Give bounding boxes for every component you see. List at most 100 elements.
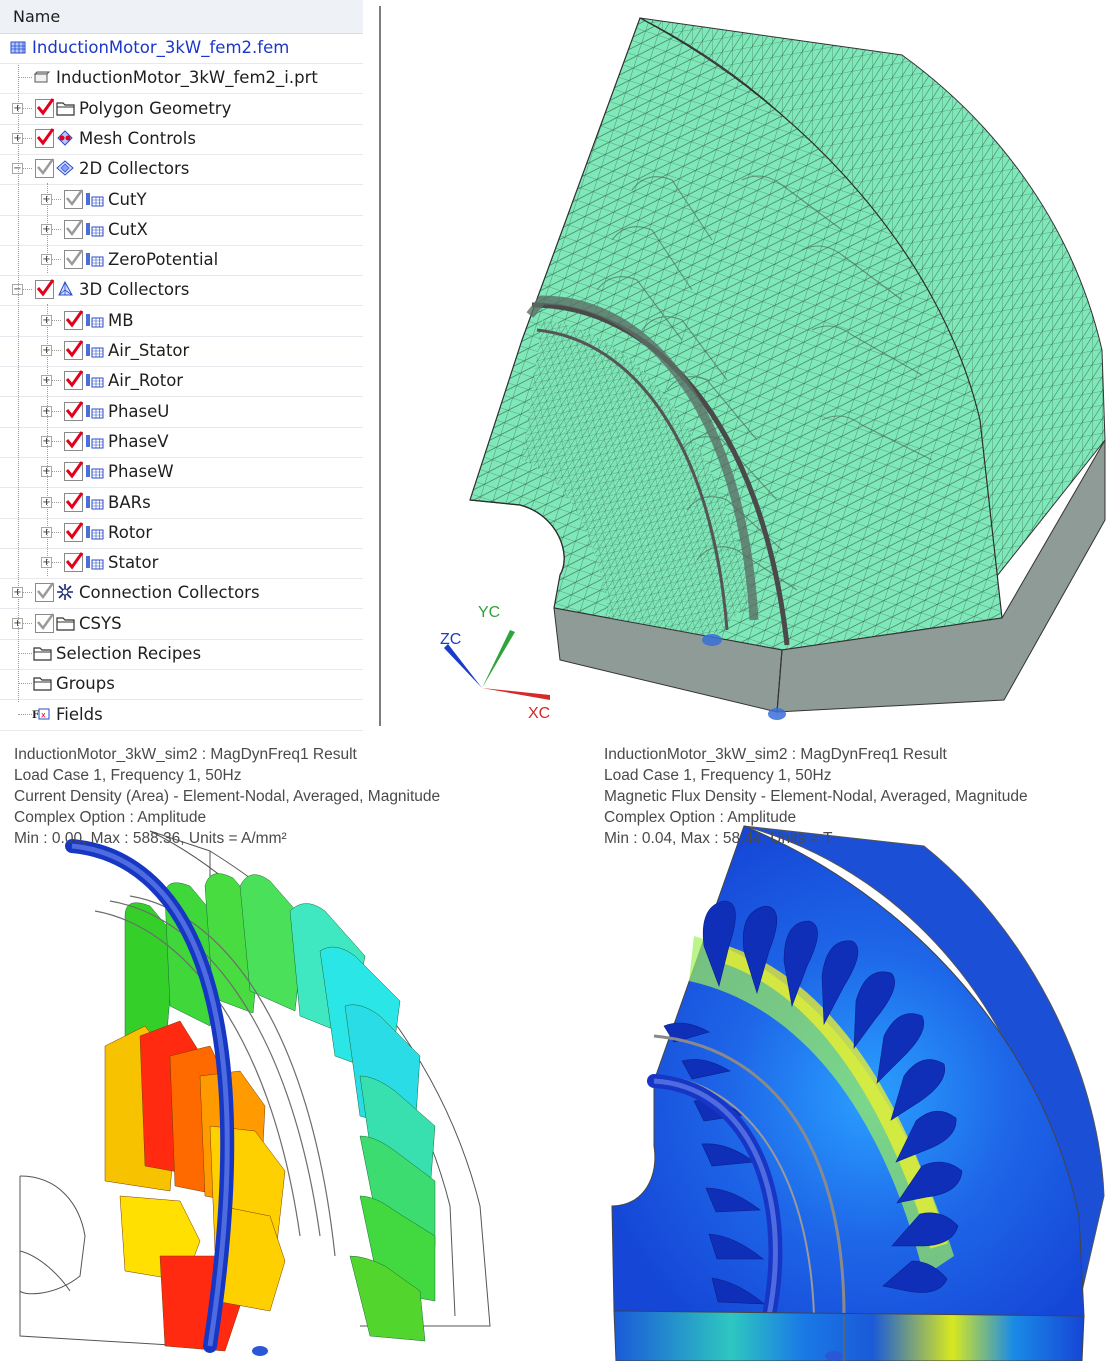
visibility-checkbox[interactable] <box>35 612 55 633</box>
phase-coils-inner <box>104 1020 286 1352</box>
result-quantity: Magnetic Flux Density - Element-Nodal, A… <box>604 788 1028 805</box>
tree-node-inductionmotor-3kw-fem2-fem[interactable]: InductionMotor_3kW_fem2.fem <box>0 33 363 64</box>
tree-node-label: Air_Rotor <box>108 371 184 391</box>
tree-node-selection-recipes[interactable]: Selection Recipes <box>0 639 363 670</box>
result-header: InductionMotor_3kW_sim2 : MagDynFreq1 Re… <box>14 744 440 849</box>
visibility-checkbox[interactable] <box>35 279 55 300</box>
column-header-label: Name <box>13 7 61 26</box>
visibility-checkbox[interactable] <box>64 340 84 360</box>
visibility-checkbox[interactable] <box>64 309 84 330</box>
result-complex-option: Complex Option : Amplitude <box>604 809 797 826</box>
visibility-checkbox[interactable] <box>64 249 84 270</box>
tree-node-polygon-geometry[interactable]: + Polygon Geometry <box>0 94 363 125</box>
tree-node-csys[interactable]: + CSYS <box>0 609 363 640</box>
result-complex-option: Complex Option : Amplitude <box>14 809 207 826</box>
tree-node-label: Polygon Geometry <box>79 98 232 118</box>
visibility-checkbox[interactable] <box>35 158 55 179</box>
current-density-result-window[interactable]: InductionMotor_3kW_sim2 : MagDynFreq1 Re… <box>0 736 592 1361</box>
tree-guide-line <box>47 182 48 274</box>
mesh-collector-icon <box>84 431 104 451</box>
tree-node-fields[interactable]: Fx Fields <box>0 700 363 731</box>
visibility-checkbox[interactable] <box>64 552 84 573</box>
visibility-checkbox[interactable] <box>64 400 84 421</box>
tree-node-label: MB <box>108 310 134 330</box>
part-file-icon <box>32 67 52 87</box>
tree-node-label: 3D Collectors <box>79 280 190 300</box>
visibility-checkbox[interactable] <box>35 97 55 118</box>
mesh-graphics-window[interactable]: YC ZC XC <box>382 0 1108 730</box>
tree-node-groups[interactable]: Groups <box>0 669 363 701</box>
mesh-controls-icon <box>55 128 75 148</box>
folder-icon <box>55 613 75 633</box>
tree-node-label: Groups <box>56 674 115 694</box>
result-title: InductionMotor_3kW_sim2 : MagDynFreq1 Re… <box>604 746 947 763</box>
tree-node-label: InductionMotor_3kW_fem2.fem <box>32 38 290 57</box>
tree-node-connection-collectors[interactable]: + Connection Collectors <box>0 578 363 610</box>
tree-node-cuty[interactable]: + CutY <box>0 185 363 216</box>
tree-node-phasev[interactable]: + PhaseV <box>0 427 363 458</box>
tree-node-phasew[interactable]: + PhaseW <box>0 457 363 489</box>
tree-node-mesh-controls[interactable]: + Mesh Controls <box>0 124 363 155</box>
folder-icon <box>32 673 52 693</box>
3d-collector-icon <box>55 279 75 299</box>
tree-node-cutx[interactable]: + CutX <box>0 215 363 246</box>
tree-node-label: Connection Collectors <box>79 583 260 603</box>
tree-connector <box>18 653 32 654</box>
result-header: InductionMotor_3kW_sim2 : MagDynFreq1 Re… <box>604 744 1028 849</box>
tree-node-mb[interactable]: + MB <box>0 306 363 337</box>
mesh-collector-icon <box>84 461 104 481</box>
coordinate-triad: YC ZC XC <box>440 604 550 722</box>
visibility-checkbox[interactable] <box>64 431 84 451</box>
visibility-checkbox[interactable] <box>35 582 55 603</box>
tree-node-phaseu[interactable]: + PhaseU <box>0 397 363 428</box>
result-title: InductionMotor_3kW_sim2 : MagDynFreq1 Re… <box>14 746 357 763</box>
tree-node-bars[interactable]: + BARs <box>0 488 363 519</box>
visibility-checkbox[interactable] <box>64 188 84 209</box>
svg-text:F: F <box>32 710 39 721</box>
tree-guide-line <box>47 303 48 577</box>
tree-node-3d-collectors[interactable]: −3D Collectors <box>0 275 363 307</box>
column-header-name[interactable]: Name <box>0 0 363 34</box>
flux-density-result-window[interactable]: InductionMotor_3kW_sim2 : MagDynFreq1 Re… <box>594 736 1108 1362</box>
tree-node-inductionmotor-3kw-fem2-i-prt[interactable]: InductionMotor_3kW_fem2_i.prt <box>0 63 363 95</box>
mesh-model-svg: YC ZC XC <box>440 17 1106 722</box>
tree-node-label: Selection Recipes <box>56 644 202 663</box>
tree-node-label: PhaseU <box>108 401 170 421</box>
result-loadcase: Load Case 1, Frequency 1, 50Hz <box>604 767 832 784</box>
tree-node-label: 2D Collectors <box>79 159 190 179</box>
visibility-checkbox[interactable] <box>64 219 84 239</box>
mesh-collector-icon <box>84 219 104 239</box>
visibility-checkbox[interactable] <box>64 370 84 391</box>
mesh-collector-icon <box>84 522 104 542</box>
tree-node-zeropotential[interactable]: + ZeroPotential <box>0 245 363 277</box>
result-min-max: Min : 0.04, Max : 58.44, Units = T <box>604 830 833 847</box>
visibility-checkbox[interactable] <box>64 461 84 482</box>
tree-node-air-rotor[interactable]: + Air_Rotor <box>0 366 363 398</box>
tree-node-2d-collectors[interactable]: −2D Collectors <box>0 154 363 186</box>
visibility-checkbox[interactable] <box>64 521 84 542</box>
tree-node-label: Fields <box>56 704 103 724</box>
tree-node-rotor[interactable]: + Rotor <box>0 518 363 549</box>
tree-node-air-stator[interactable]: + Air_Stator <box>0 336 363 367</box>
tree-node-label: ZeroPotential <box>108 250 219 270</box>
tree-node-stator[interactable]: + Stator <box>0 548 363 580</box>
tree-node-label: CutY <box>108 189 147 209</box>
visibility-checkbox[interactable] <box>35 128 55 148</box>
bottom-face <box>613 1310 1085 1362</box>
mesh-collector-icon <box>84 401 104 421</box>
tree-node-label: Air_Stator <box>108 341 190 360</box>
tree-node-label: Mesh Controls <box>79 128 196 148</box>
folder-icon <box>32 643 52 663</box>
tree-connector <box>18 683 32 685</box>
connection-collector-icon <box>55 582 75 602</box>
tree-connector <box>18 77 32 79</box>
mesh-collector-icon <box>84 552 104 572</box>
mesh-collector-icon <box>84 370 104 390</box>
triad-label-y: YC <box>478 604 500 621</box>
svg-text:x: x <box>41 710 46 719</box>
tree-node-label: Rotor <box>108 522 153 542</box>
mesh-collector-icon <box>84 492 104 512</box>
part-navigator: Name InductionMotor_3kW_fem2.fem Inductio… <box>0 0 365 731</box>
visibility-checkbox[interactable] <box>64 491 84 512</box>
pane-splitter[interactable] <box>379 6 381 726</box>
